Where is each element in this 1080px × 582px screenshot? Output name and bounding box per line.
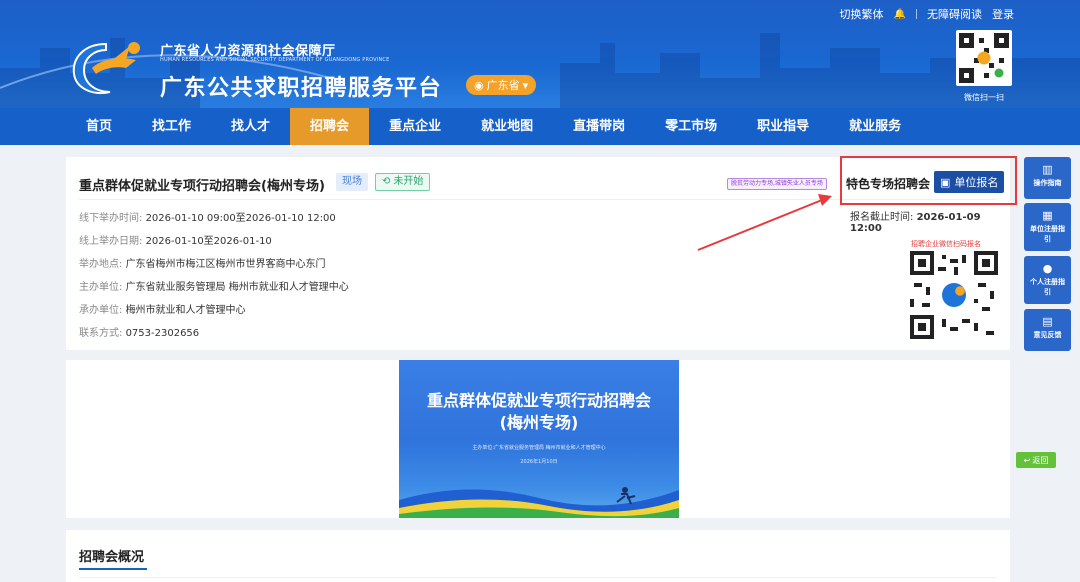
annotation-highlight-box — [840, 156, 1017, 205]
poster-date-text: 2026年1月10日 — [520, 459, 558, 465]
platform-title: 广东公共求职招聘服务平台 — [160, 76, 443, 101]
contact-value: 0753-2302656 — [125, 328, 200, 339]
building-icon: ▦ — [1042, 209, 1053, 222]
back-button-label: 返回 — [1032, 455, 1049, 465]
banner-card: 重点群体促就业专项行动招聘会 (梅州专场) 主办单位:广东省就业服务管理局 梅州… — [66, 360, 1010, 518]
nav-find-job[interactable]: 找工作 — [132, 108, 211, 145]
contact-label: 联系方式: — [79, 328, 123, 339]
host-label: 主办单位: — [79, 282, 123, 293]
organizer-value: 梅州市就业和人才管理中心 — [125, 305, 246, 316]
poster-title: 重点群体促就业专项行动招聘会 (梅州专场) — [399, 390, 679, 434]
accessible-reading-link[interactable]: 无障碍阅读 — [927, 6, 982, 22]
host-value: 广东省就业服务管理局 梅州市就业和人才管理中心 — [125, 282, 349, 293]
online-date-label: 线上举办日期: — [79, 236, 143, 247]
venue-label: 举办地点: — [79, 259, 123, 270]
book-icon: ▥ — [1042, 163, 1053, 176]
back-button[interactable]: ↩ 返回 — [1016, 452, 1056, 468]
organizer-label: 承办单位: — [79, 305, 123, 316]
side-tool-employer-register-label: 单位注册指引 — [1030, 225, 1065, 243]
overview-divider — [79, 577, 997, 578]
annotation-arrow-icon — [697, 194, 832, 251]
host-row: 主办单位: 广东省就业服务管理局 梅州市就业和人才管理中心 — [79, 278, 349, 293]
nav-find-talent[interactable]: 找人才 — [211, 108, 290, 145]
side-tool-feedback[interactable]: ▤ 意见反馈 — [1024, 309, 1071, 351]
login-link[interactable]: 登录 — [992, 6, 1014, 22]
hrss-logo-icon[interactable] — [66, 38, 146, 98]
offline-time-label: 线下举办时间: — [79, 213, 143, 224]
poster-host-text: 主办单位:广东省就业服务管理局 梅州市就业和人才管理中心 — [472, 445, 606, 451]
traditional-chinese-link[interactable]: 切换繁体 — [840, 6, 884, 22]
registration-qr-code — [910, 251, 998, 339]
side-tool-guide[interactable]: ▥ 操作指南 — [1024, 157, 1071, 199]
overview-section: 招聘会概况 — [66, 530, 1010, 582]
nav-live-jobs[interactable]: 直播带岗 — [553, 108, 645, 145]
nav-home[interactable]: 首页 — [66, 108, 132, 145]
special-category-badge: 脱贫劳动力专场,城镇失业人员专场 — [727, 178, 827, 190]
onsite-tag: 现场 — [336, 173, 368, 191]
offline-time-value: 2026-01-10 09:00至2026-01-10 12:00 — [145, 213, 336, 224]
org-name-en: HUMAN RESOURCES AND SOCIAL SECURITY DEPA… — [160, 57, 390, 63]
return-icon: ↩ — [1023, 455, 1031, 465]
refresh-icon: ⟲ — [382, 176, 391, 187]
poster-wave-graphic — [399, 487, 679, 518]
offline-time-row: 线下举办时间: 2026-01-10 09:00至2026-01-10 12:0… — [79, 209, 336, 224]
top-utility-bar: 切换繁体 🔔 无障碍阅读 登录 — [840, 6, 1014, 22]
feedback-icon: ▤ — [1042, 315, 1053, 328]
side-tool-personal-register-label: 个人注册指引 — [1030, 278, 1065, 296]
nav-employment-map[interactable]: 就业地图 — [461, 108, 553, 145]
province-selector[interactable]: ◉ 广东省 ▾ — [466, 75, 537, 95]
nav-career-guidance[interactable]: 职业指导 — [737, 108, 829, 145]
side-tool-employer-register[interactable]: ▦ 单位注册指引 — [1024, 203, 1071, 251]
overview-title-underline — [79, 568, 147, 570]
topbar-divider — [916, 9, 917, 19]
deadline-label: 报名截止时间: — [850, 212, 914, 223]
side-tool-feedback-label: 意见反馈 — [1033, 331, 1062, 339]
status-badge: ⟲ 未开始 — [375, 173, 431, 191]
poster-title-line2: (梅州专场) — [499, 413, 579, 432]
side-tool-guide-label: 操作指南 — [1033, 179, 1062, 187]
person-icon: ● — [1042, 262, 1053, 275]
bell-icon[interactable]: 🔔 — [894, 9, 906, 20]
status-badge-label: 未开始 — [393, 176, 424, 187]
qr-caption: 招聘企业微信扫码报名 — [911, 240, 981, 248]
qr-code-icon — [959, 33, 1009, 83]
online-date-value: 2026-01-10至2026-01-10 — [145, 236, 272, 247]
nav-key-enterprises[interactable]: 重点企业 — [369, 108, 461, 145]
wechat-qr-code — [956, 30, 1012, 86]
main-nav: 首页 找工作 找人才 招聘会 重点企业 就业地图 直播带岗 零工市场 职业指导 … — [0, 108, 1080, 145]
contact-row: 联系方式: 0753-2302656 — [79, 324, 199, 339]
wechat-scan-label: 微信扫一扫 — [964, 93, 1004, 102]
venue-row: 举办地点: 广东省梅州市梅江区梅州市世界客商中心东门 — [79, 255, 326, 270]
online-date-row: 线上举办日期: 2026-01-10至2026-01-10 — [79, 232, 272, 247]
nav-job-fair[interactable]: 招聘会 — [290, 108, 370, 145]
location-pin-icon: ◉ — [474, 78, 484, 92]
chevron-down-icon: ▾ — [522, 78, 529, 92]
job-fair-poster: 重点群体促就业专项行动招聘会 (梅州专场) 主办单位:广东省就业服务管理局 梅州… — [399, 360, 679, 518]
job-fair-title: 重点群体促就业专项行动招聘会(梅州专场) — [79, 179, 325, 194]
side-tool-personal-register[interactable]: ● 个人注册指引 — [1024, 256, 1071, 304]
overview-title: 招聘会概况 — [79, 550, 145, 565]
organizer-row: 承办单位: 梅州市就业和人才管理中心 — [79, 301, 246, 316]
venue-value: 广东省梅州市梅江区梅州市世界客商中心东门 — [125, 259, 326, 270]
site-header: 切换繁体 🔔 无障碍阅读 登录 广东省人力资源和社会保障厅 HUMAN RESO… — [0, 0, 1080, 145]
registration-deadline: 报名截止时间: 2026-01-09 12:00 — [850, 208, 1010, 234]
nav-gig-market[interactable]: 零工市场 — [645, 108, 737, 145]
poster-title-line1: 重点群体促就业专项行动招聘会 — [426, 391, 651, 410]
nav-employment-services[interactable]: 就业服务 — [829, 108, 921, 145]
province-selector-label: 广东省 — [486, 79, 520, 92]
